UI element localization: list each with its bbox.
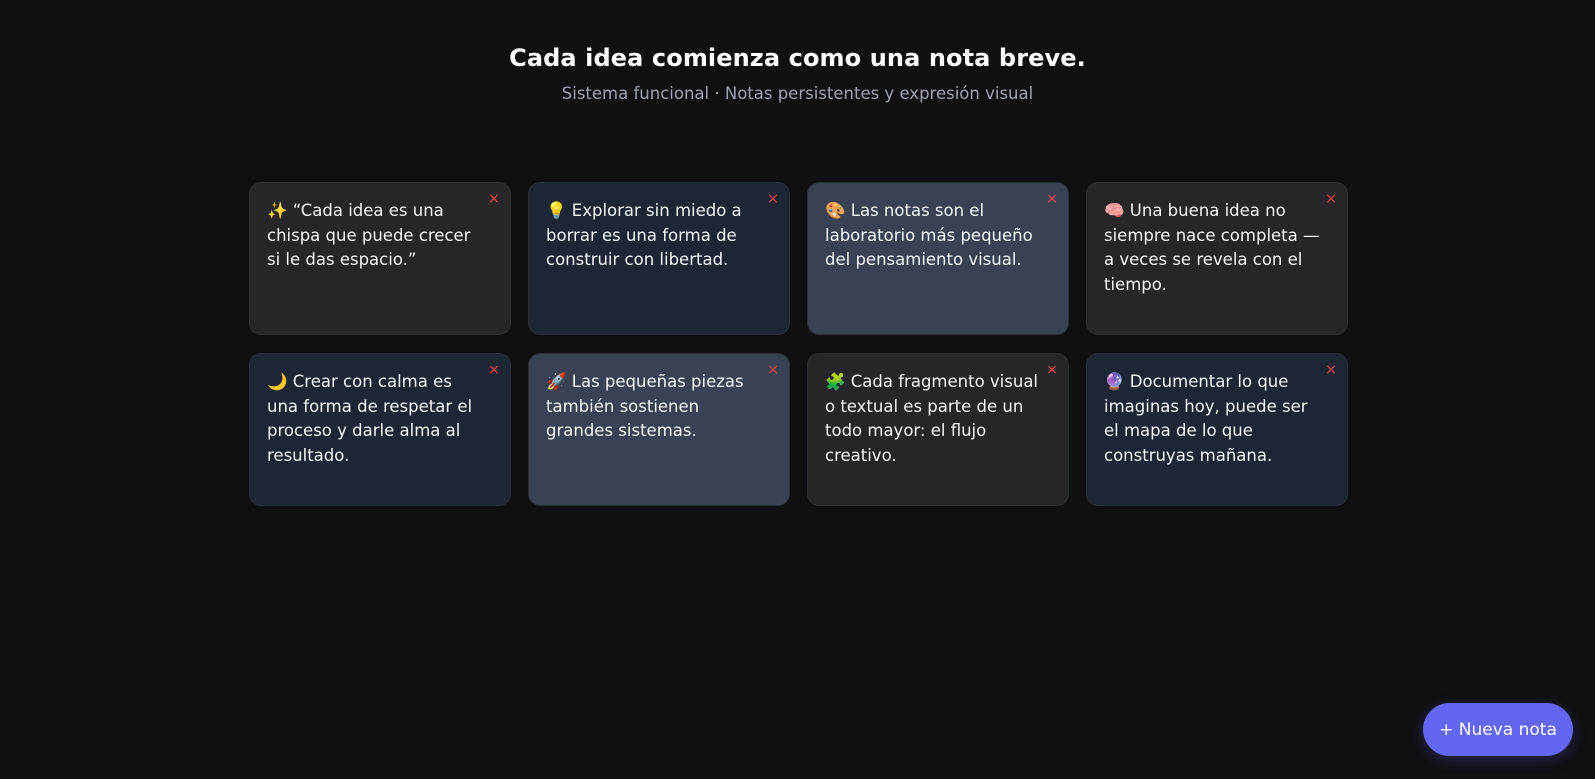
- note-text[interactable]: 💡 Explorar sin miedo a borrar es una for…: [546, 199, 771, 273]
- delete-note-icon[interactable]: ×: [1324, 191, 1338, 207]
- note-card[interactable]: 🚀 Las pequeñas piezas también sostienen …: [528, 353, 790, 506]
- page-subtitle: Sistema funcional · Notas persistentes y…: [561, 84, 1034, 103]
- new-note-button[interactable]: + Nueva nota: [1423, 703, 1573, 756]
- note-text[interactable]: 🧠 Una buena idea no siempre nace complet…: [1104, 199, 1329, 297]
- note-card[interactable]: 🌙 Crear con calma es una forma de respet…: [249, 353, 511, 506]
- delete-note-icon[interactable]: ×: [1045, 191, 1059, 207]
- delete-note-icon[interactable]: ×: [487, 191, 501, 207]
- delete-note-icon[interactable]: ×: [1324, 362, 1338, 378]
- delete-note-icon[interactable]: ×: [766, 191, 780, 207]
- note-text[interactable]: 🎨 Las notas son el laboratorio más peque…: [825, 199, 1050, 273]
- page-header: Cada idea comienza como una nota breve. …: [0, 44, 1595, 103]
- note-card[interactable]: 🧩 Cada fragmento visual o textual es par…: [807, 353, 1069, 506]
- note-card[interactable]: 💡 Explorar sin miedo a borrar es una for…: [528, 182, 790, 335]
- delete-note-icon[interactable]: ×: [487, 362, 501, 378]
- note-text[interactable]: ✨ “Cada idea es una chispa que puede cre…: [267, 199, 492, 273]
- note-card[interactable]: 🧠 Una buena idea no siempre nace complet…: [1086, 182, 1348, 335]
- note-text[interactable]: 🧩 Cada fragmento visual o textual es par…: [825, 370, 1050, 468]
- delete-note-icon[interactable]: ×: [1045, 362, 1059, 378]
- note-card[interactable]: ✨ “Cada idea es una chispa que puede cre…: [249, 182, 511, 335]
- notes-page: Cada idea comienza como una nota breve. …: [0, 0, 1595, 779]
- delete-note-icon[interactable]: ×: [766, 362, 780, 378]
- note-text[interactable]: 🌙 Crear con calma es una forma de respet…: [267, 370, 492, 468]
- note-card[interactable]: 🎨 Las notas son el laboratorio más peque…: [807, 182, 1069, 335]
- note-text[interactable]: 🔮 Documentar lo que imaginas hoy, puede …: [1104, 370, 1329, 468]
- note-card[interactable]: 🔮 Documentar lo que imaginas hoy, puede …: [1086, 353, 1348, 506]
- note-text[interactable]: 🚀 Las pequeñas piezas también sostienen …: [546, 370, 771, 444]
- notes-grid: ✨ “Cada idea es una chispa que puede cre…: [249, 182, 1349, 506]
- page-title: Cada idea comienza como una nota breve.: [509, 44, 1086, 72]
